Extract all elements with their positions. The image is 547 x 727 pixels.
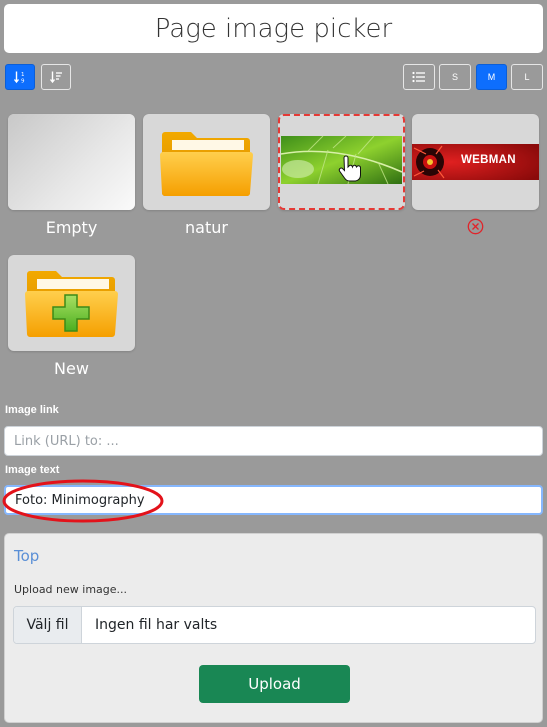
file-input[interactable]: Välj fil Ingen fil har valts (13, 606, 536, 644)
folder-icon (160, 132, 253, 196)
size-small-button[interactable]: S (439, 64, 471, 90)
remove-circle-icon[interactable] (467, 218, 484, 235)
webman-banner-text: WEBMAN (461, 154, 516, 166)
gallery-item-label: New (54, 359, 89, 378)
sort-descending-button[interactable] (41, 64, 71, 90)
sort-alpha-ascending-icon: 1 9 (13, 71, 25, 85)
page-title: Page image picker (4, 4, 543, 53)
svg-text:9: 9 (21, 79, 25, 85)
sort-descending-icon (49, 71, 62, 84)
gallery-item-new-folder[interactable] (8, 255, 135, 351)
upload-button[interactable]: Upload (199, 665, 350, 703)
empty-image-placeholder (8, 114, 135, 210)
gallery-item-natur-folder[interactable] (143, 114, 270, 210)
gallery-item-leaf-image-selected[interactable] (278, 114, 405, 210)
gallery-item-label: Empty (45, 218, 98, 237)
no-file-chosen-text: Ingen fil har valts (95, 617, 218, 633)
upload-panel: Top Upload new image... Välj fil Ingen f… (4, 533, 543, 723)
size-medium-button[interactable]: M (476, 64, 507, 90)
list-view-button[interactable] (403, 64, 435, 90)
svg-text:1: 1 (21, 72, 25, 78)
top-link[interactable]: Top (14, 547, 39, 565)
leaf-photo (280, 135, 403, 185)
gallery-item-webman-image[interactable]: WEBMAN (412, 114, 539, 210)
choose-file-button[interactable]: Välj fil (14, 607, 82, 643)
upload-caption: Upload new image... (14, 583, 128, 596)
image-link-label: Image link (5, 404, 59, 416)
image-text-label: Image text (5, 464, 60, 476)
gallery-item-label: natur (185, 218, 228, 237)
gallery-item-empty[interactable] (8, 114, 135, 210)
image-link-input[interactable]: Link (URL) to: ... (4, 426, 543, 456)
sort-ascending-button[interactable]: 1 9 (5, 64, 35, 90)
size-large-button[interactable]: L (511, 64, 543, 90)
highlight-ellipse (2, 479, 164, 523)
list-icon (412, 71, 425, 83)
new-folder-icon (25, 271, 118, 337)
